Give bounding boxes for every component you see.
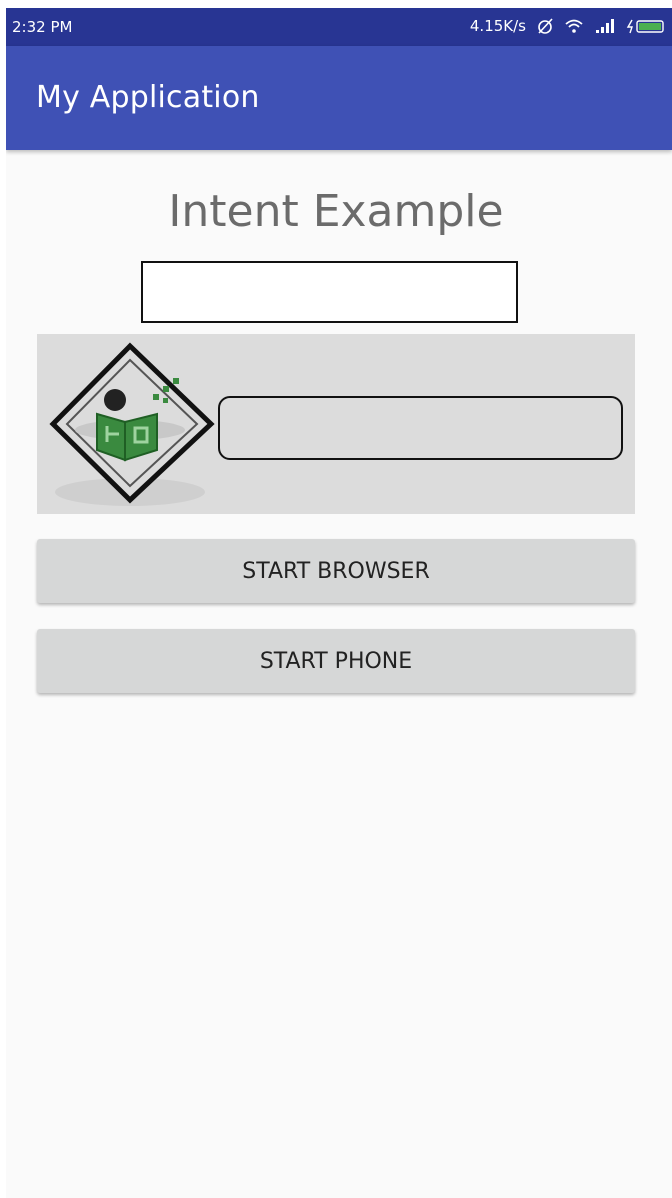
text-field-box [141, 261, 518, 323]
app-bar: My Application [6, 46, 672, 150]
logo-text-field [218, 396, 623, 460]
status-time: 2:32 PM [12, 18, 73, 36]
start-browser-button[interactable]: START BROWSER [37, 539, 635, 603]
signal-icon [594, 18, 616, 34]
start-phone-button[interactable]: START PHONE [37, 629, 635, 693]
battery-charging-icon [626, 18, 666, 34]
network-speed: 4.15K/s [469, 17, 526, 35]
status-icons: 4.15K/s [470, 17, 666, 35]
tutorialspoint-logo-icon [49, 342, 215, 506]
logo-image [37, 334, 635, 514]
wifi-icon [564, 18, 584, 34]
status-bar: 2:32 PM 4.15K/s [6, 8, 672, 46]
app-title: My Application [36, 80, 260, 115]
page-title: Intent Example [168, 186, 504, 237]
alarm-off-icon [536, 17, 554, 35]
